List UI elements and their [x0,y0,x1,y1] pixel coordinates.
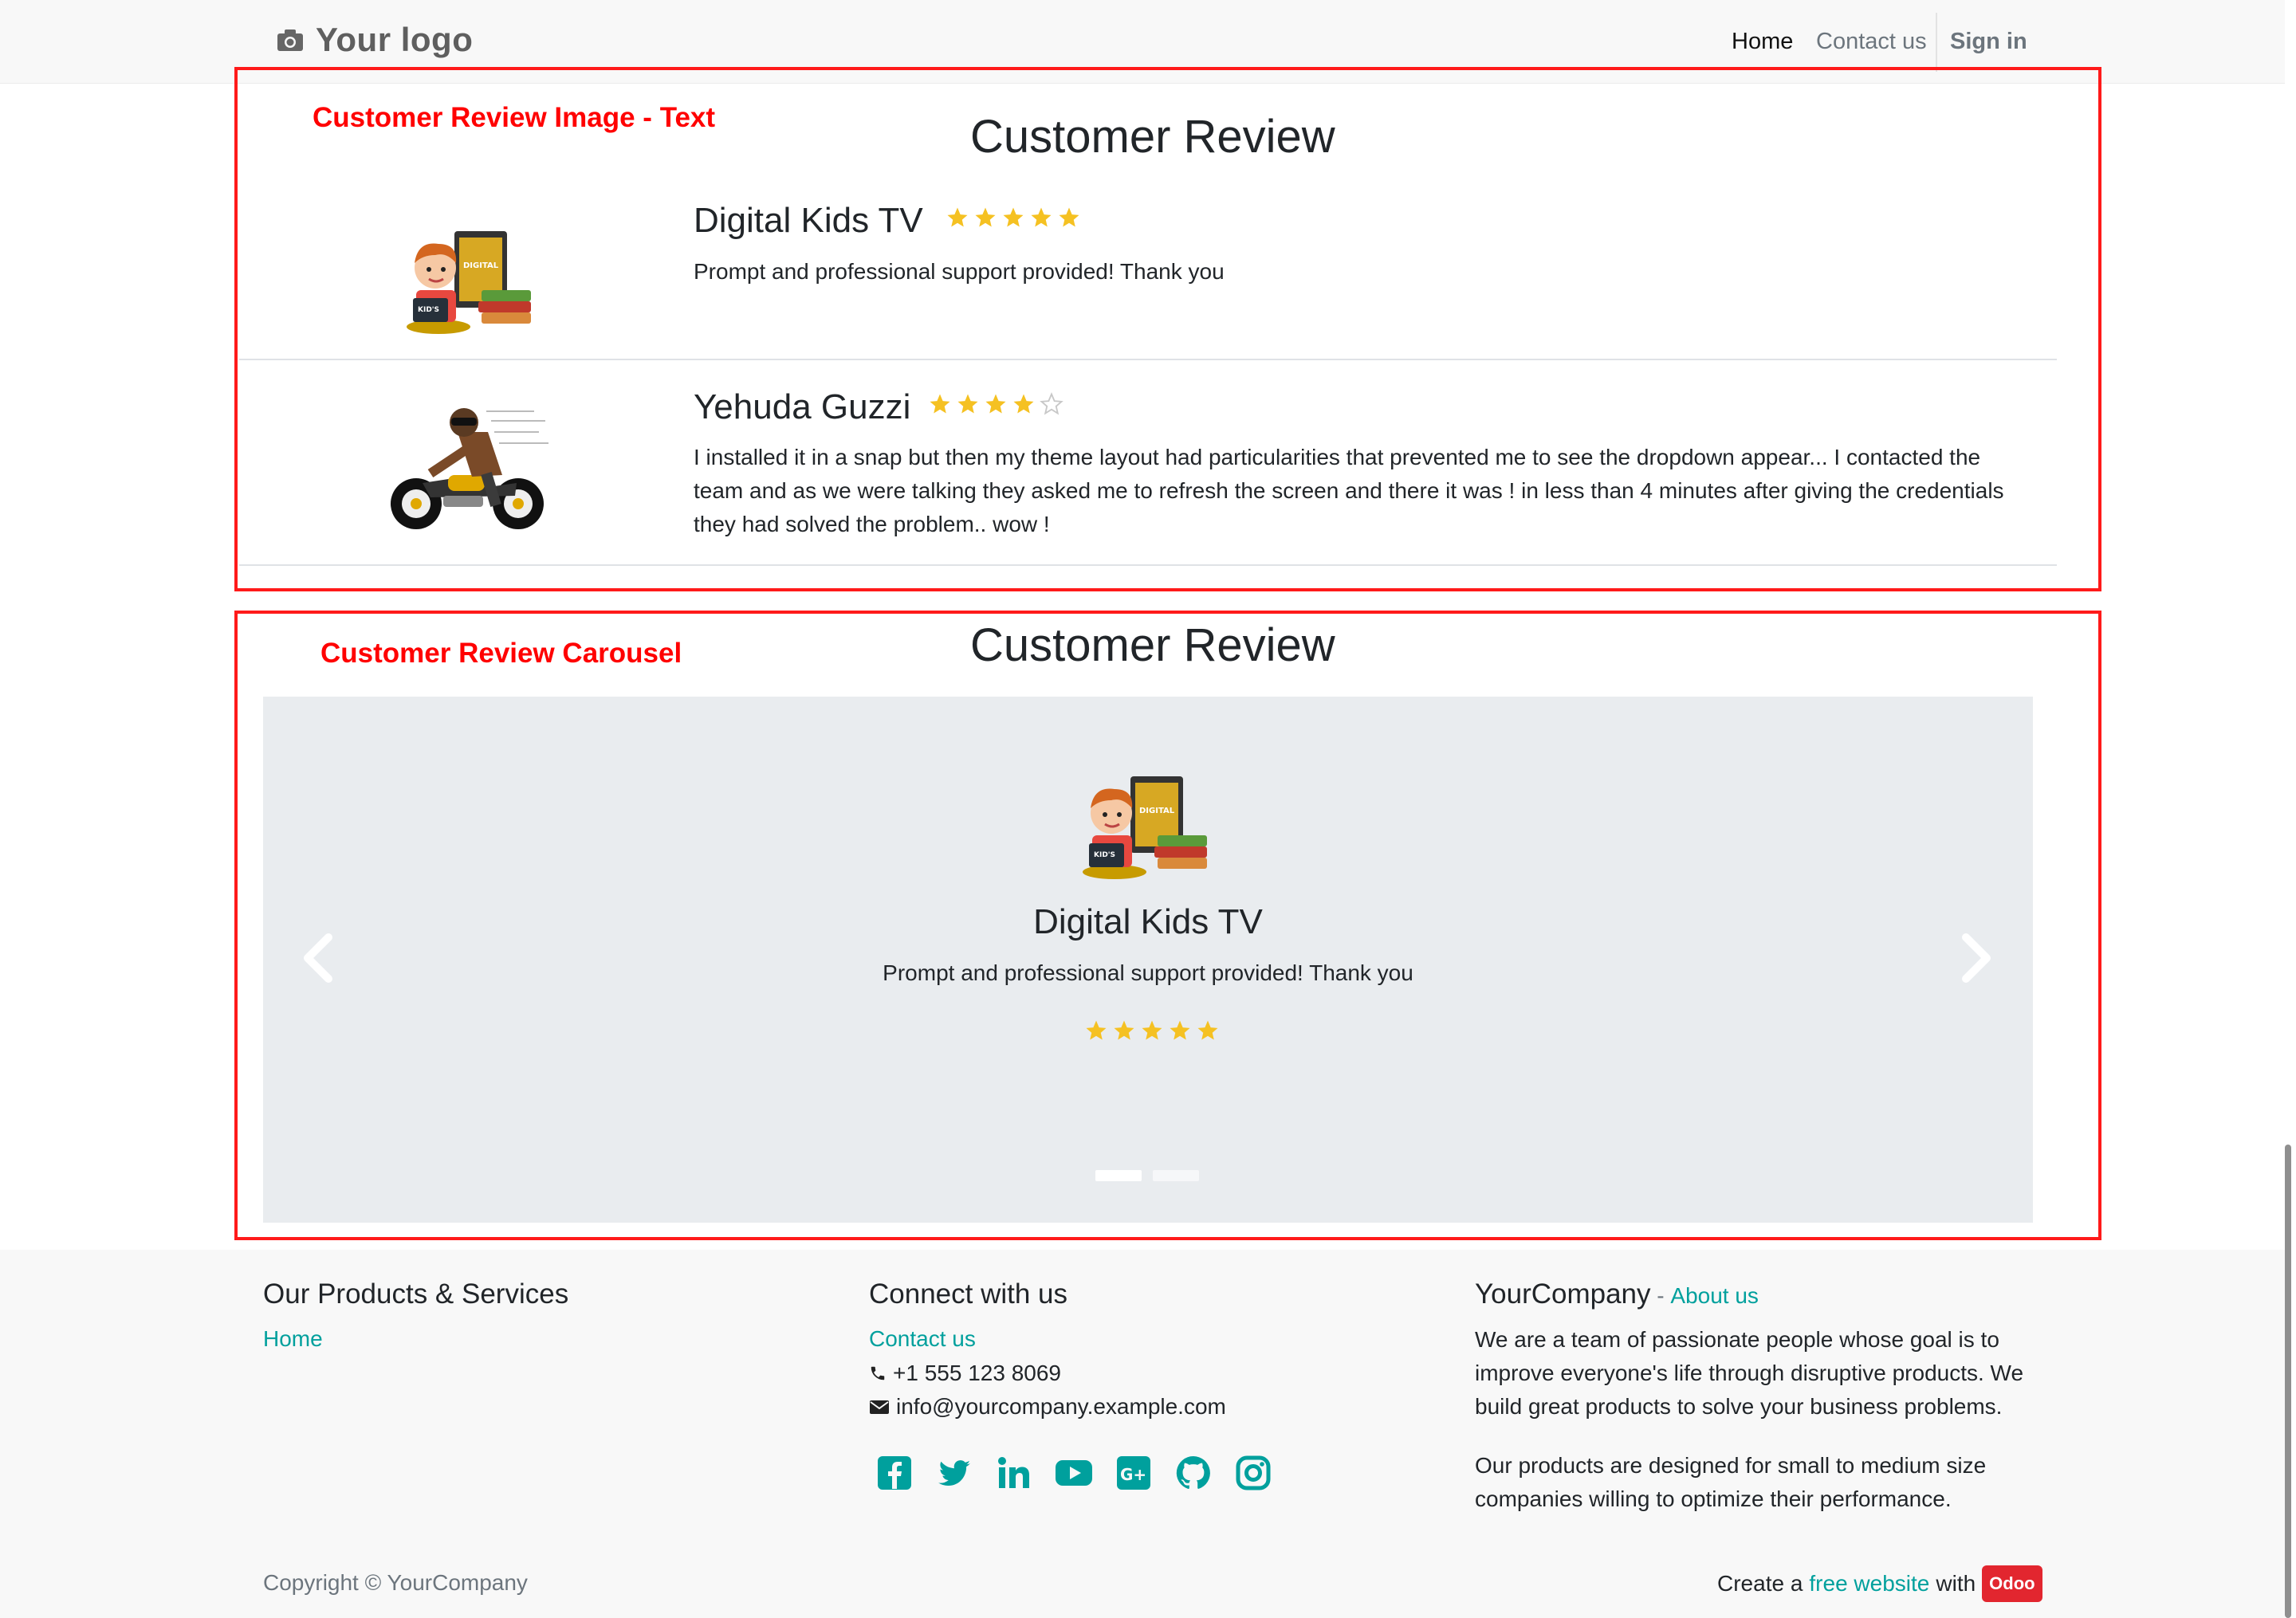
kids-tv-image: DIGITAL KID'S [1075,773,1212,882]
star-filled-icon [1003,207,1024,227]
site-logo[interactable]: Your logo [276,21,473,59]
review-divider [239,564,2057,566]
footer-email-text: info@yourcompany.example.com [896,1394,1226,1419]
instagram-icon[interactable] [1234,1454,1272,1492]
svg-text:G+: G+ [1120,1465,1146,1484]
motorcycle-rider-image [375,400,555,536]
star-filled-icon [985,394,1006,414]
carousel-indicator-2[interactable] [1153,1170,1199,1181]
kids-tv-image: DIGITAL KID'S [399,228,536,336]
svg-text:DIGITAL: DIGITAL [1139,807,1175,815]
footer-about-link[interactable]: About us [1670,1283,1759,1309]
nav-contact-link[interactable]: Contact us [1816,29,1927,55]
star-empty-icon [1040,392,1063,415]
carousel-review-rating [1084,1019,1220,1043]
footer-company-heading: YourCompany - About us [1475,1278,1759,1313]
star-filled-icon [1170,1020,1190,1040]
camera-icon [277,29,303,51]
nav-home-link[interactable]: Home [1732,29,1793,55]
star-filled-icon [1059,207,1079,227]
footer-heading-separator: - [1650,1283,1671,1308]
nav-divider [1936,13,1937,72]
svg-text:KID'S: KID'S [418,306,439,314]
review-1-text: Prompt and professional support provided… [694,259,1225,284]
section-title: Customer Review [970,111,1335,163]
facebook-icon[interactable] [875,1454,914,1492]
star-filled-icon [930,394,950,414]
site-footer: Our Products & Services Home Connect wit… [0,1250,2296,1618]
carousel-prev-arrow-icon[interactable] [300,933,335,984]
google-plus-icon[interactable]: G+ [1115,1454,1153,1492]
review-2-text: I installed it in a snap but then my the… [694,445,2004,536]
odoo-logo-badge[interactable]: Odoo [1982,1565,2042,1602]
envelope-icon [870,1400,889,1414]
twitter-icon[interactable] [935,1454,973,1492]
footer-company-name: YourCompany [1475,1278,1651,1310]
phone-icon [871,1366,885,1380]
free-website-link[interactable]: free website [1809,1567,1929,1600]
review-1-name: Digital Kids TV [694,201,923,240]
github-icon[interactable] [1174,1454,1213,1492]
section-title: Customer Review [970,619,1335,671]
footer-copyright: Copyright © YourCompany [263,1570,528,1595]
youtube-icon[interactable] [1055,1454,1093,1492]
logo-text: Your logo [316,21,474,58]
footer-products-heading: Our Products & Services [263,1278,569,1310]
linkedin-icon[interactable] [995,1454,1033,1492]
star-filled-icon [957,394,978,414]
star-filled-icon [975,207,996,227]
star-filled-icon [1013,394,1034,414]
page-scrollbar-thumb[interactable] [2285,1145,2291,1618]
footer-phone: +1 555 123 8069 [869,1357,1061,1390]
review-1-rating [946,206,1081,230]
powered-by-mid: with [1936,1571,1976,1596]
carousel-indicator-1[interactable] [1095,1170,1142,1181]
star-filled-icon [947,207,968,227]
footer-about-paragraph-1: We are a team of passionate people whose… [1475,1327,2024,1419]
sign-in-link[interactable]: Sign in [1950,29,2027,55]
svg-text:KID'S: KID'S [1094,851,1115,859]
footer-about-paragraph-2: Our products are designed for small to m… [1475,1453,1987,1511]
star-filled-icon [1197,1020,1218,1040]
review-divider [239,359,2057,360]
social-icons: G+ [875,1454,1272,1492]
footer-connect-heading: Connect with us [869,1278,1068,1310]
carousel-review-text: Prompt and professional support provided… [883,960,1413,985]
footer-powered-by: Create a free website with Odoo [1717,1565,2042,1602]
carousel-next-arrow-icon[interactable] [1960,933,1995,984]
annotation-label-image-text: Customer Review Image - Text [313,102,716,133]
footer-phone-text: +1 555 123 8069 [893,1361,1061,1385]
review-carousel[interactable]: DIGITAL KID'S Digital Kids TV Prompt and… [263,697,2033,1223]
review-2-name: Yehuda Guzzi [694,387,911,426]
powered-by-prefix: Create a [1717,1571,1803,1596]
footer-email: info@yourcompany.example.com [869,1390,1226,1424]
carousel-review-name: Digital Kids TV [1033,902,1263,941]
star-filled-icon [1086,1020,1107,1040]
svg-text:DIGITAL: DIGITAL [463,261,499,270]
star-filled-icon [1114,1020,1134,1040]
star-filled-icon [1142,1020,1162,1040]
footer-contact-link[interactable]: Contact us [869,1326,976,1352]
annotation-label-carousel: Customer Review Carousel [320,638,682,669]
footer-home-link[interactable]: Home [263,1326,323,1352]
star-filled-icon [1031,207,1052,227]
review-2-rating [928,392,1063,416]
